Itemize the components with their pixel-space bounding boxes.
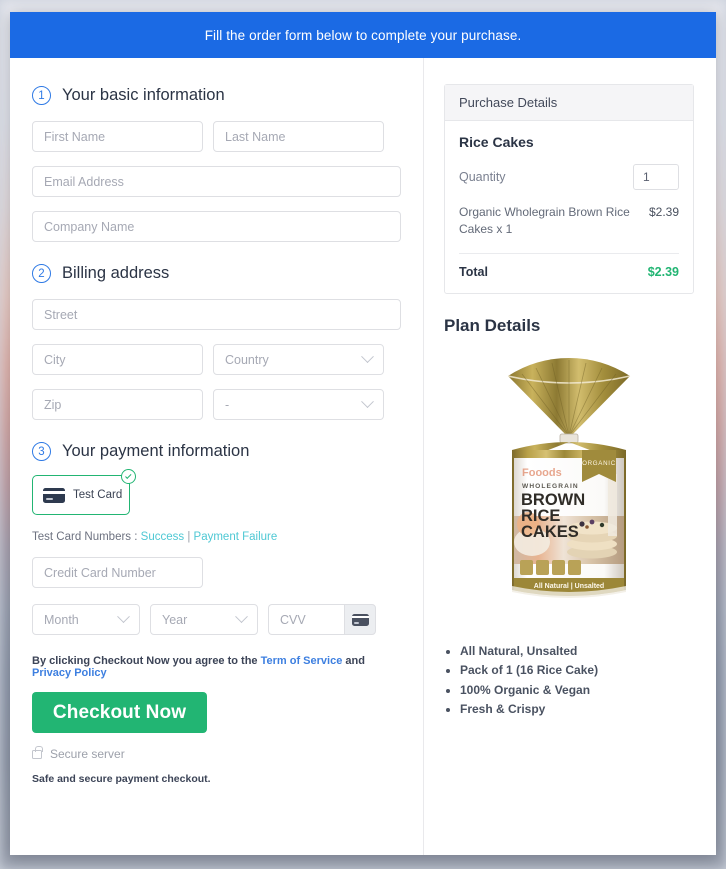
line-item-description: Organic Wholegrain Brown Rice Cakes x 1 [459, 205, 630, 237]
quantity-label: Quantity [459, 170, 506, 184]
list-item: Pack of 1 (16 Rice Cake) [460, 661, 694, 680]
checkout-card: Fill the order form below to complete yo… [10, 12, 716, 855]
credit-card-number-input[interactable] [32, 557, 203, 588]
step-title-payment: Your payment information [62, 442, 250, 460]
payment-failure-card-link[interactable]: Payment Failure [194, 531, 278, 543]
line-item-amount: $2.39 [648, 205, 679, 219]
zip-input[interactable] [32, 389, 203, 420]
list-item: 100% Organic & Vegan [460, 681, 694, 700]
rice-cakes-package-illustration: All Natural | Unsalted Fooods WHOLEGRAIN… [507, 357, 631, 598]
link-separator: | [187, 531, 191, 543]
company-name-input[interactable] [32, 211, 401, 242]
step-number-1: 1 [32, 86, 51, 105]
credit-card-row [32, 557, 401, 588]
section-billing-address: 2 Billing address [32, 264, 401, 283]
cvv-group [268, 604, 376, 635]
quantity-row: Quantity [459, 164, 679, 190]
zip-state-row: - [32, 389, 401, 420]
chevron-down-icon [361, 395, 374, 409]
product-name: Rice Cakes [459, 134, 534, 150]
name-row [32, 121, 401, 152]
package-brand: Fooods [522, 467, 562, 479]
credit-card-icon [43, 487, 65, 503]
first-name-input[interactable] [32, 121, 203, 152]
last-name-input[interactable] [213, 121, 384, 152]
payment-method-test-card[interactable]: Test Card [32, 469, 136, 515]
section-payment-information: 3 Your payment information [32, 442, 401, 461]
country-select-value: Country [225, 352, 269, 367]
expiry-month-value: Month [44, 612, 79, 627]
step-number-2: 2 [32, 264, 51, 283]
banner-text: Fill the order form below to complete yo… [204, 27, 522, 43]
expiry-month-select[interactable]: Month [32, 604, 140, 635]
list-item: Fresh & Crispy [460, 700, 694, 719]
total-row: Total $2.39 [459, 254, 679, 281]
email-row [32, 166, 401, 197]
step-title-basic: Your basic information [62, 86, 225, 104]
checkout-now-button[interactable]: Checkout Now [32, 692, 207, 733]
city-country-row: Country [32, 344, 401, 375]
step-title-billing: Billing address [62, 264, 170, 282]
product-package-image: All Natural | Unsalted Fooods WHOLEGRAIN… [484, 346, 654, 624]
terms-of-service-link[interactable]: Term of Service [261, 655, 343, 667]
package-organic-badge: ORGANIC [582, 460, 616, 467]
lock-icon [32, 745, 43, 759]
chevron-down-icon [117, 610, 130, 624]
purchase-details-title: Purchase Details [445, 85, 693, 121]
country-select[interactable]: Country [213, 344, 384, 375]
total-label: Total [459, 264, 488, 279]
privacy-policy-link[interactable]: Privacy Policy [32, 667, 107, 679]
expiry-year-value: Year [162, 612, 188, 627]
section-basic-information: 1 Your basic information [32, 86, 401, 105]
content-columns: 1 Your basic information 2 Billing addre… [10, 58, 716, 855]
terms-and: and [345, 655, 365, 667]
form-column: 1 Your basic information 2 Billing addre… [10, 58, 424, 855]
list-item: All Natural, Unsalted [460, 642, 694, 661]
chevron-down-icon [235, 610, 248, 624]
state-select[interactable]: - [213, 389, 384, 420]
test-card-numbers: Test Card Numbers : Success | Payment Fa… [32, 531, 401, 543]
expiry-cvv-row: Month Year [32, 604, 401, 635]
cvv-input[interactable] [268, 604, 344, 635]
terms-prefix: By clicking Checkout Now you agree to th… [32, 655, 258, 667]
selected-check-icon [121, 469, 136, 484]
street-row [32, 299, 401, 330]
city-input[interactable] [32, 344, 203, 375]
package-footer-text: All Natural | Unsalted [534, 583, 604, 590]
purchase-details-body: Rice Cakes Quantity Organic Wholegrain B… [445, 121, 693, 293]
header-banner: Fill the order form below to complete yo… [10, 12, 716, 58]
line-item: Organic Wholegrain Brown Rice Cakes x 1 … [459, 204, 679, 239]
package-line1: WHOLEGRAIN [522, 483, 579, 490]
terms-text: By clicking Checkout Now you agree to th… [32, 655, 401, 679]
state-select-value: - [225, 397, 230, 412]
quantity-input[interactable] [633, 164, 679, 190]
summary-column: Purchase Details Rice Cakes Quantity Org… [424, 58, 716, 855]
cvv-help-card-icon[interactable] [344, 604, 376, 635]
purchase-details-panel: Purchase Details Rice Cakes Quantity Org… [444, 84, 694, 294]
email-input[interactable] [32, 166, 401, 197]
success-card-link[interactable]: Success [141, 531, 184, 543]
test-card-numbers-label: Test Card Numbers : [32, 531, 138, 543]
plan-feature-list: All Natural, Unsalted Pack of 1 (16 Rice… [444, 642, 694, 720]
secure-server-note: Secure server [32, 745, 401, 761]
payment-method-label: Test Card [73, 489, 123, 501]
street-input[interactable] [32, 299, 401, 330]
expiry-year-select[interactable]: Year [150, 604, 258, 635]
package-line4: CAKES [521, 523, 579, 541]
safe-checkout-note: Safe and secure payment checkout. [32, 773, 211, 785]
step-number-3: 3 [32, 442, 51, 461]
plan-details-title: Plan Details [444, 315, 541, 335]
company-row [32, 211, 401, 242]
secure-server-label: Secure server [50, 747, 125, 761]
total-amount: $2.39 [647, 264, 679, 279]
chevron-down-icon [361, 350, 374, 364]
